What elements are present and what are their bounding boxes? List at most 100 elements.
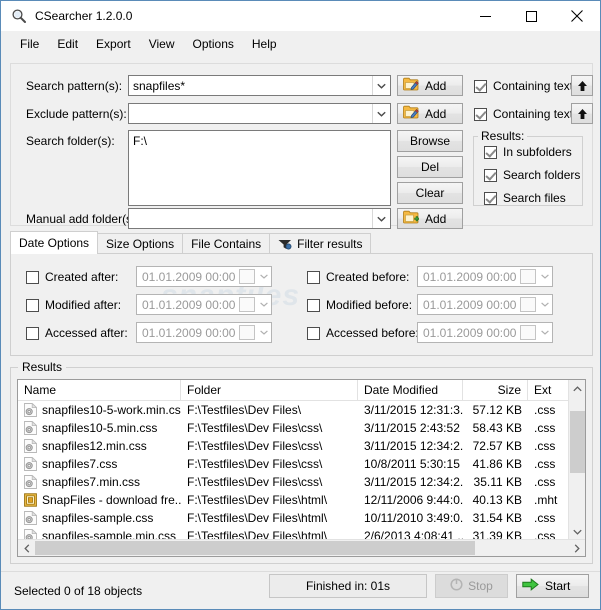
calendar-icon[interactable] [239,325,255,340]
tab-size-options[interactable]: Size Options [97,233,184,254]
table-row[interactable]: snapfiles10-5-work.min.css F:\Testfiles\D… [18,401,585,419]
option-in-subfolders[interactable]: In subfolders [484,145,572,159]
table-row[interactable]: snapfiles7.min.css F:\Testfiles\Dev Files… [18,473,585,491]
created-after-checkbox[interactable]: Created after: [26,270,118,284]
column-header-date-modified[interactable]: Date Modified [358,380,463,400]
checkbox-box[interactable] [474,107,487,121]
modified-before-datepicker[interactable]: 01.01.2009 00:00 [417,294,553,315]
modified-after-datepicker[interactable]: 01.01.2009 00:00 [136,294,272,315]
option-search-files[interactable]: Search files [484,191,566,205]
results-horizontal-scrollbar[interactable] [18,539,585,556]
table-row[interactable]: SnapFiles - download fre... F:\Testfiles\… [18,491,585,509]
menu-item-export[interactable]: Export [87,34,140,54]
checkbox-box[interactable] [26,326,39,340]
results-listview[interactable]: Name Folder Date Modified Size Ext snapf… [17,379,586,557]
cell-ext: .mht [534,493,558,507]
column-header-name[interactable]: Name [18,380,181,400]
accessed-after-value[interactable]: 01.01.2009 00:00 [137,326,239,340]
scroll-down-button[interactable] [569,523,585,540]
calendar-icon[interactable] [520,325,536,340]
chevron-down-icon[interactable] [257,267,271,286]
menu-item-edit[interactable]: Edit [48,34,87,54]
menu-item-view[interactable]: View [140,34,184,54]
checkbox-box[interactable] [307,270,320,284]
checkbox-box[interactable] [26,270,39,284]
scroll-right-button[interactable] [568,540,585,556]
scroll-left-button[interactable] [18,540,35,556]
tab-date-options[interactable]: Date Options [10,231,99,254]
calendar-icon[interactable] [520,269,536,284]
accessed-after-datepicker[interactable]: 01.01.2009 00:00 [136,322,272,343]
created-before-checkbox[interactable]: Created before: [307,270,409,284]
modified-after-value[interactable]: 01.01.2009 00:00 [137,298,239,312]
created-after-value[interactable]: 01.01.2009 00:00 [137,270,239,284]
search-pattern-combo[interactable]: snapfiles* [128,75,391,96]
del-button[interactable]: Del [397,156,463,178]
scroll-up-button[interactable] [569,380,585,397]
checkbox-box[interactable] [307,326,320,340]
modified-before-checkbox[interactable]: Modified before: [307,298,412,312]
exclude-pattern-combo[interactable] [128,103,391,124]
checkbox-box[interactable] [474,79,487,93]
table-row[interactable]: snapfiles-sample.css F:\Testfiles\Dev Fil… [18,509,585,527]
scroll-thumb-horizontal[interactable] [35,541,475,555]
column-header-size[interactable]: Size [463,380,528,400]
chevron-down-icon[interactable] [372,76,390,95]
cell-ext: .css [534,475,556,489]
column-header-ext[interactable]: Ext [528,380,569,400]
calendar-icon[interactable] [520,297,536,312]
add-search-pattern-button[interactable]: Add [397,75,463,96]
option-search-folders[interactable]: Search folders [484,168,580,182]
move-up-exclude-button[interactable] [571,103,593,124]
tab-filter-results[interactable]: Filter results [269,233,372,254]
modified-after-checkbox[interactable]: Modified after: [26,298,121,312]
manual-add-folder-combo[interactable] [128,208,391,229]
close-button[interactable] [554,1,600,31]
chevron-down-icon[interactable] [372,209,390,228]
search-folder-list[interactable]: F:\ [128,130,391,206]
checkbox-box[interactable] [484,191,497,205]
scroll-track-horizontal[interactable] [35,540,568,556]
browse-button[interactable]: Browse [397,130,463,152]
menu-item-options[interactable]: Options [184,34,243,54]
created-after-datepicker[interactable]: 01.01.2009 00:00 [136,266,272,287]
accessed-before-datepicker[interactable]: 01.01.2009 00:00 [417,322,553,343]
chevron-down-icon[interactable] [538,295,552,314]
chevron-down-icon[interactable] [538,267,552,286]
search-pattern-input[interactable]: snapfiles* [129,79,372,93]
checkbox-box[interactable] [26,298,39,312]
add-manual-folder-button[interactable]: Add [397,208,463,229]
move-up-pattern-button[interactable] [571,75,593,96]
containing-text-1-checkbox[interactable]: Containing text [474,79,573,93]
chevron-down-icon[interactable] [372,104,390,123]
add-exclude-pattern-button[interactable]: Add [397,103,463,124]
table-row[interactable]: snapfiles10-5.min.css F:\Testfiles\Dev Fi… [18,419,585,437]
clear-button[interactable]: Clear [397,182,463,204]
table-row[interactable]: snapfiles7.css F:\Testfiles\Dev Files\css… [18,455,585,473]
chevron-down-icon[interactable] [538,323,552,342]
checkbox-box[interactable] [484,145,497,159]
accessed-after-checkbox[interactable]: Accessed after: [26,326,128,340]
chevron-down-icon[interactable] [257,323,271,342]
calendar-icon[interactable] [239,297,255,312]
results-vertical-scrollbar[interactable] [568,380,585,540]
tab-file-contains[interactable]: File Contains [182,233,271,254]
modified-before-value[interactable]: 01.01.2009 00:00 [418,298,520,312]
checkbox-box[interactable] [484,168,497,182]
column-header-folder[interactable]: Folder [181,380,358,400]
created-before-datepicker[interactable]: 01.01.2009 00:00 [417,266,553,287]
scroll-thumb-vertical[interactable] [570,411,585,473]
calendar-icon[interactable] [239,269,255,284]
minimize-button[interactable] [462,1,508,31]
table-row[interactable]: snapfiles12.min.css F:\Testfiles\Dev File… [18,437,585,455]
chevron-down-icon[interactable] [257,295,271,314]
accessed-before-checkbox[interactable]: Accessed before: [307,326,419,340]
containing-text-2-checkbox[interactable]: Containing text [474,107,573,121]
start-button[interactable]: Start [516,574,589,598]
maximize-button[interactable] [508,1,554,31]
created-before-value[interactable]: 01.01.2009 00:00 [418,270,520,284]
menu-item-help[interactable]: Help [243,34,286,54]
menu-item-file[interactable]: File [11,34,48,54]
accessed-before-value[interactable]: 01.01.2009 00:00 [418,326,520,340]
checkbox-box[interactable] [307,298,320,312]
